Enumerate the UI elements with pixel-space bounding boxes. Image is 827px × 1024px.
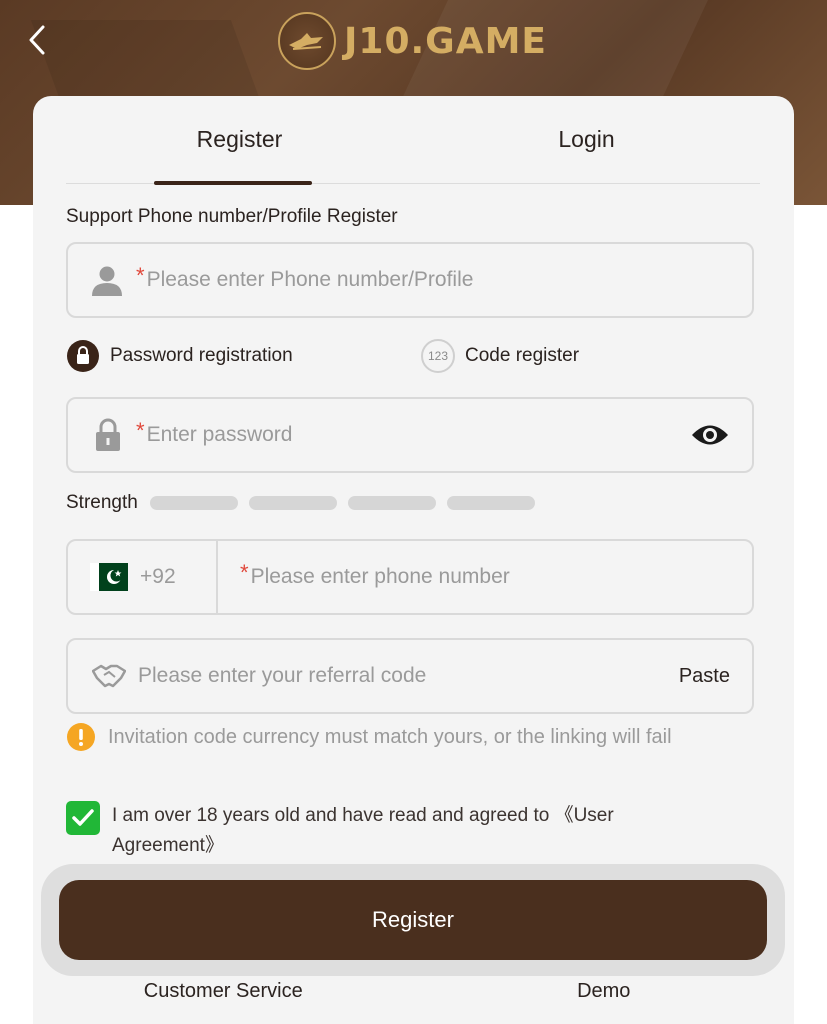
logo: J10.GAME (278, 10, 547, 72)
tab-label: Register (196, 126, 283, 152)
profile-placeholder: Please enter Phone number/Profile (146, 268, 474, 291)
password-registration-label: Password registration (110, 345, 293, 366)
tab-register[interactable]: Register (66, 96, 413, 185)
support-label: Support Phone number/Profile Register (66, 206, 398, 227)
password-registration-option[interactable]: Password registration (66, 339, 421, 373)
strength-label: Strength (66, 492, 138, 513)
strength-bar (446, 496, 535, 510)
register-button[interactable]: Register (59, 880, 767, 960)
required-mark: * (240, 560, 249, 585)
lock-icon (96, 418, 120, 451)
notice-text: Invitation code currency must match your… (108, 725, 672, 748)
country-code: +92 (140, 565, 176, 588)
password-input[interactable]: * Enter password (66, 397, 754, 473)
demo-link[interactable]: Demo (414, 980, 795, 1003)
phone-placeholder: Please enter phone number (250, 565, 510, 588)
user-icon (92, 266, 122, 296)
required-mark: * (136, 263, 145, 288)
logo-text: J10.GAME (344, 20, 547, 62)
warning-icon (67, 723, 95, 751)
auth-tabs: Register Login (66, 96, 760, 185)
referral-code-input[interactable]: Please enter your referral code Paste (66, 638, 754, 714)
pakistan-flag-icon (90, 563, 128, 591)
required-mark: * (136, 418, 145, 443)
register-button-frame: Register (41, 864, 785, 976)
chevron-left-icon (29, 25, 45, 55)
tab-login[interactable]: Login (413, 96, 760, 183)
register-card: Register Login Support Phone number/Prof… (33, 96, 794, 1024)
country-selector[interactable]: +92 (68, 541, 218, 613)
paste-button[interactable]: Paste (679, 665, 730, 688)
customer-service-link[interactable]: Customer Service (33, 980, 414, 1003)
password-strength: Strength (66, 492, 546, 514)
strength-bar (149, 496, 238, 510)
phone-input[interactable]: +92 * Please enter phone number (66, 539, 754, 615)
strength-bar (248, 496, 337, 510)
footer-links: Customer Service Demo (33, 980, 794, 1003)
strength-bar (347, 496, 436, 510)
code-register-label: Code register (465, 345, 580, 366)
handshake-icon (92, 664, 126, 688)
password-placeholder: Enter password (146, 423, 293, 446)
code-register-option[interactable]: 123 Code register (421, 339, 579, 373)
logo-emblem-icon (278, 12, 336, 70)
code-icon: 123 (421, 339, 455, 373)
back-button[interactable] (22, 22, 52, 58)
agreement-row: I am over 18 years old and have read and… (66, 801, 706, 861)
profile-input[interactable]: * Please enter Phone number/Profile (66, 242, 754, 318)
eye-icon[interactable] (690, 422, 730, 448)
agreement-checkbox[interactable] (66, 801, 100, 835)
referral-placeholder: Please enter your referral code (138, 664, 427, 687)
tab-label: Login (558, 126, 615, 152)
agreement-text[interactable]: I am over 18 years old and have read and… (112, 801, 706, 861)
registration-mode-selector: Password registration 123 Code register (66, 338, 754, 374)
checkmark-icon (72, 809, 94, 826)
lock-icon (67, 340, 99, 372)
currency-notice: Invitation code currency must match your… (66, 722, 672, 752)
